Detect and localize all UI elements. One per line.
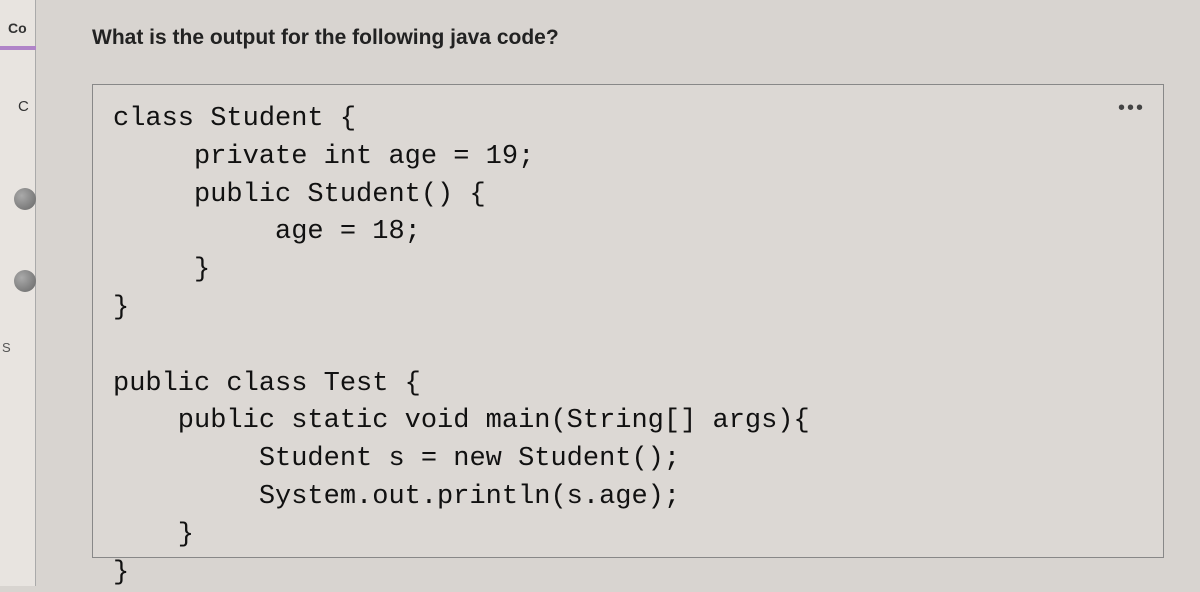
- code-line: public class Test {: [113, 369, 421, 399]
- left-sidebar-edge: Co C S: [0, 0, 36, 586]
- left-letter-c: C: [18, 98, 29, 115]
- code-line: }: [113, 520, 194, 550]
- code-block: ••• class Student { private int age = 19…: [92, 84, 1164, 558]
- code-line: public static void main(String[] args){: [113, 406, 810, 436]
- code-line: private int age = 19;: [113, 142, 534, 172]
- left-letter-s: S: [2, 340, 11, 355]
- code-line: System.out.println(s.age);: [113, 482, 680, 512]
- code-line: }: [113, 255, 210, 285]
- code-content: class Student { private int age = 19; pu…: [113, 101, 1143, 592]
- more-options-icon[interactable]: •••: [1118, 97, 1145, 120]
- question-title: What is the output for the following jav…: [92, 26, 559, 50]
- left-dot-icon: [14, 270, 36, 292]
- tab-indicator: [0, 46, 36, 50]
- code-line: }: [113, 293, 129, 323]
- code-line: age = 18;: [113, 217, 421, 247]
- left-edge-label: Co: [8, 20, 27, 36]
- code-line: Student s = new Student();: [113, 444, 680, 474]
- code-line: public Student() {: [113, 180, 486, 210]
- code-line: class Student {: [113, 104, 356, 134]
- left-dot-icon: [14, 188, 36, 210]
- code-line: }: [113, 558, 129, 588]
